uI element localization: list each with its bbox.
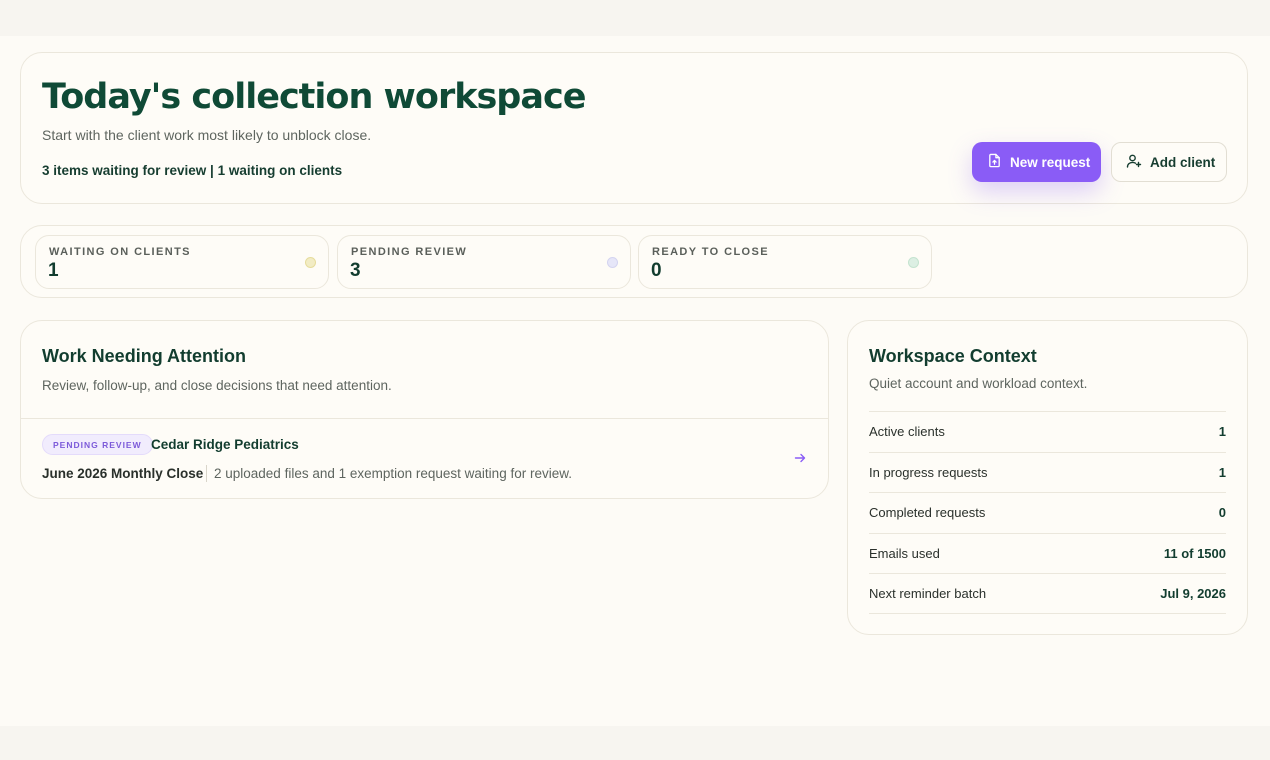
page-title: Today's collection workspace [42, 77, 586, 117]
stat-label: READY TO CLOSE [652, 246, 769, 258]
status-dot-icon [607, 257, 618, 268]
add-client-button[interactable]: Add client [1111, 142, 1227, 182]
context-value: 1 [1218, 464, 1226, 480]
context-value: 0 [1218, 505, 1226, 521]
new-request-label: New request [1010, 154, 1091, 170]
file-upload-icon [987, 153, 1002, 171]
context-list: Active clients 1 In progress requests 1 … [869, 411, 1226, 614]
add-client-label: Add client [1150, 154, 1216, 170]
workspace-context-card: Workspace Context Quiet account and work… [847, 320, 1248, 635]
context-row-active-clients: Active clients 1 [869, 411, 1226, 452]
work-needing-attention-card: Work Needing Attention Review, follow-up… [20, 320, 829, 499]
status-dot-icon [305, 257, 316, 268]
status-summary: WAITING ON CLIENTS 1 PENDING REVIEW 3 RE… [20, 225, 1248, 298]
section-title: Workspace Context [869, 346, 1037, 366]
stat-value: 0 [651, 260, 662, 281]
arrow-right-icon[interactable] [793, 451, 807, 470]
context-label: In progress requests [869, 464, 988, 480]
context-row-next-reminder: Next reminder batch Jul 9, 2026 [869, 573, 1226, 614]
stat-label: WAITING ON CLIENTS [49, 246, 191, 258]
context-row-emails-used: Emails used 11 of 1500 [869, 532, 1226, 574]
stat-pending-review[interactable]: PENDING REVIEW 3 [337, 235, 631, 289]
context-label: Next reminder batch [869, 585, 987, 601]
stat-waiting-on-clients[interactable]: WAITING ON CLIENTS 1 [35, 235, 329, 289]
client-name: Cedar Ridge Pediatrics [151, 437, 299, 452]
review-summary: 3 items waiting for review | 1 waiting o… [42, 163, 343, 178]
attention-item[interactable]: PENDING REVIEW Cedar Ridge Pediatrics Ju… [21, 419, 828, 499]
stat-value: 3 [350, 260, 361, 281]
section-title: Work Needing Attention [42, 346, 246, 366]
new-request-button[interactable]: New request [972, 142, 1101, 182]
stat-value: 1 [48, 260, 59, 281]
stat-label: PENDING REVIEW [351, 246, 468, 258]
context-value: 1 [1218, 424, 1226, 440]
status-dot-icon [908, 257, 919, 268]
request-period: June 2026 Monthly Close [42, 466, 204, 481]
context-label: Active clients [869, 424, 945, 440]
workspace-canvas: Today's collection workspace Start with … [0, 36, 1270, 726]
context-value: 11 of 1500 [1163, 545, 1226, 561]
section-subtitle: Quiet account and workload context. [869, 376, 1088, 391]
context-value: Jul 9, 2026 [1160, 585, 1226, 601]
stat-ready-to-close[interactable]: READY TO CLOSE 0 [638, 235, 932, 289]
context-label: Completed requests [869, 505, 986, 521]
request-description: 2 uploaded files and 1 exemption request… [214, 466, 572, 481]
divider [206, 465, 207, 482]
hero-card: Today's collection workspace Start with … [20, 52, 1248, 204]
page-subtitle: Start with the client work most likely t… [42, 127, 372, 143]
section-subtitle: Review, follow-up, and close decisions t… [42, 378, 392, 393]
context-label: Emails used [869, 545, 940, 561]
context-row-completed: Completed requests 0 [869, 492, 1226, 533]
user-plus-icon [1126, 153, 1142, 172]
context-row-in-progress: In progress requests 1 [869, 451, 1226, 493]
status-badge: PENDING REVIEW [42, 434, 153, 455]
